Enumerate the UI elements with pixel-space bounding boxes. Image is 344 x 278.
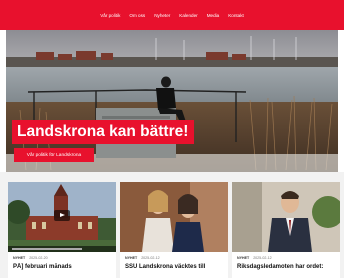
- card-category: NYHET: [237, 256, 250, 260]
- nav-link-nyheter[interactable]: Nyheter: [154, 13, 170, 18]
- hero-banner: Landskrona kan bättre! Vår politik för L…: [6, 30, 338, 172]
- video-control-bar[interactable]: [8, 246, 116, 252]
- card-date: 2025-02-20: [29, 256, 48, 260]
- two-women-photo[interactable]: [120, 182, 228, 252]
- nav-link-om-oss[interactable]: Om oss: [129, 13, 145, 18]
- church-video-thumbnail[interactable]: [8, 182, 116, 252]
- man-in-suit-photo[interactable]: [232, 182, 340, 252]
- card-category: NYHET: [125, 256, 138, 260]
- card-date: 2025-02-12: [253, 256, 272, 260]
- nav-link-kontakt[interactable]: Kontakt: [228, 13, 244, 18]
- card-title[interactable]: PÅ] februari månads: [13, 263, 113, 271]
- top-navigation: Vår politik Om oss Nyheter Kalender Medi…: [0, 0, 344, 30]
- card-title[interactable]: Riksdagsledamoten har ordet:: [237, 263, 337, 271]
- nav-link-media[interactable]: Media: [207, 13, 220, 18]
- news-card[interactable]: NYHET 2025-02-12 SSU Landskrona väcktes t…: [120, 182, 228, 278]
- hero-title: Landskrona kan bättre!: [12, 120, 195, 144]
- card-title[interactable]: SSU Landskrona väcktes till: [125, 263, 225, 271]
- news-card[interactable]: NYHET 2025-02-20 PÅ] februari månads: [8, 182, 116, 278]
- hero-cta-button[interactable]: Vår politik för Landskrona: [14, 148, 94, 162]
- news-card[interactable]: NYHET 2025-02-12 Riksdagsledamoten har or…: [232, 182, 340, 278]
- news-section: NYHET 2025-02-20 PÅ] februari månads NYHE…: [0, 172, 344, 278]
- nav-link-var-politik[interactable]: Vår politik: [100, 13, 120, 18]
- nav-link-kalender[interactable]: Kalender: [179, 13, 197, 18]
- card-date: 2025-02-12: [141, 256, 160, 260]
- play-icon[interactable]: [54, 210, 70, 221]
- card-category: NYHET: [13, 256, 26, 260]
